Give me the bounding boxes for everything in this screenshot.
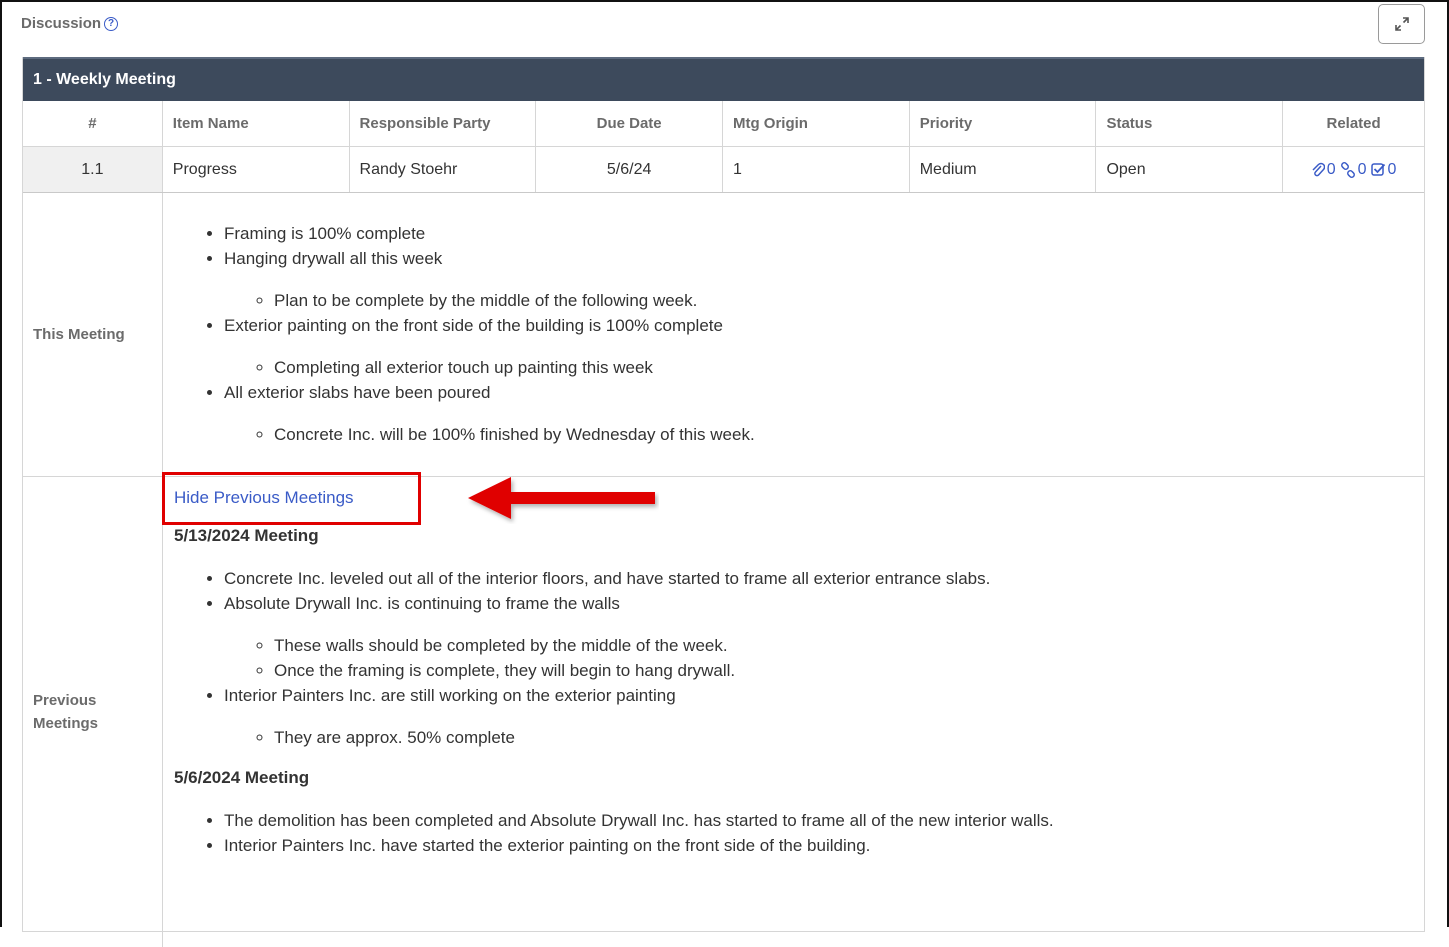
col-header-priority[interactable]: Priority — [910, 101, 1097, 146]
list-item: All exterior slabs have been poured Conc… — [224, 380, 1424, 447]
expand-button[interactable] — [1378, 4, 1425, 44]
red-arrow-icon — [468, 477, 655, 519]
col-header-item-name[interactable]: Item Name — [163, 101, 350, 146]
section-title: Discussion ? — [21, 15, 119, 32]
list-item: Completing all exterior touch up paintin… — [274, 355, 1424, 380]
attachments-link[interactable]: 0 — [1311, 161, 1336, 179]
checkbox-icon — [1370, 163, 1385, 176]
previous-meetings-row: Previous Meetings Hide Previous Meetings… — [23, 477, 1424, 947]
this-meeting-label: This Meeting — [23, 193, 163, 476]
list-item: Interior Painters Inc. have started the … — [224, 833, 1424, 858]
question-circle-icon[interactable]: ? — [104, 16, 119, 31]
this-meeting-row: This Meeting Framing is 100% complete Ha… — [23, 193, 1424, 477]
list-item: Hanging drywall all this week Plan to be… — [224, 246, 1424, 313]
list-item: They are approx. 50% complete — [274, 725, 1424, 750]
col-header-num[interactable]: # — [23, 101, 163, 146]
list-item: Concrete Inc. will be 100% finished by W… — [274, 422, 1424, 447]
col-header-mtg-origin[interactable]: Mtg Origin — [723, 101, 910, 146]
list-item: These walls should be completed by the m… — [274, 633, 1424, 658]
this-meeting-list: Framing is 100% complete Hanging drywall… — [174, 221, 1424, 447]
item-name: Progress — [163, 147, 350, 192]
list-item: Once the framing is complete, they will … — [274, 658, 1424, 683]
priority: Medium — [910, 147, 1097, 192]
col-header-responsible-party[interactable]: Responsible Party — [350, 101, 537, 146]
col-header-related[interactable]: Related — [1283, 101, 1424, 146]
tasks-link[interactable]: 0 — [1370, 160, 1397, 179]
tasks-count: 0 — [1387, 160, 1397, 178]
previous-meetings-notes: Hide Previous Meetings 5/13/2024 Meeting… — [163, 477, 1424, 947]
meeting-header: 1 - Weekly Meeting — [23, 57, 1424, 101]
responsible-party: Randy Stoehr — [350, 147, 537, 192]
link-icon — [1340, 161, 1355, 178]
this-meeting-notes: Framing is 100% complete Hanging drywall… — [163, 193, 1424, 476]
links-count: 0 — [1357, 160, 1367, 178]
mtg-origin: 1 — [723, 147, 910, 192]
list-item: Interior Painters Inc. are still working… — [224, 683, 1424, 750]
hide-previous-meetings-link[interactable]: Hide Previous Meetings — [174, 488, 354, 508]
row-number: 1.1 — [23, 147, 163, 192]
table-row[interactable]: 1.1 Progress Randy Stoehr 5/6/24 1 Mediu… — [23, 147, 1424, 193]
list-item: Plan to be complete by the middle of the… — [274, 288, 1424, 313]
section-title-text: Discussion — [21, 15, 102, 32]
meeting-list: The demolition has been completed and Ab… — [174, 808, 1424, 858]
related-links: 0 0 0 — [1283, 147, 1424, 192]
due-date: 5/6/24 — [536, 147, 723, 192]
list-item: The demolition has been completed and Ab… — [224, 808, 1424, 833]
list-item: Concrete Inc. leveled out all of the int… — [224, 566, 1424, 591]
col-header-due-date[interactable]: Due Date — [536, 101, 723, 146]
meeting-heading: 5/13/2024 Meeting — [174, 526, 319, 545]
list-item: Exterior painting on the front side of t… — [224, 313, 1424, 380]
discussion-frame: Discussion ? 1 - Weekly Meeting # Item N… — [0, 0, 1449, 947]
col-header-status[interactable]: Status — [1096, 101, 1284, 146]
meeting-panel: 1 - Weekly Meeting # Item Name Responsib… — [22, 57, 1425, 947]
list-item: Framing is 100% complete — [224, 221, 1424, 246]
meeting-heading: 5/6/2024 Meeting — [174, 768, 310, 787]
meeting-list: Concrete Inc. leveled out all of the int… — [174, 566, 1424, 750]
column-header-row: # Item Name Responsible Party Due Date M… — [23, 101, 1424, 147]
attachments-count: 0 — [1326, 160, 1336, 178]
expand-icon — [1394, 17, 1409, 31]
paperclip-icon — [1312, 162, 1325, 176]
previous-meetings-label: Previous Meetings — [23, 477, 163, 947]
status: Open — [1096, 147, 1284, 192]
list-item: Absolute Drywall Inc. is continuing to f… — [224, 591, 1424, 683]
links-link[interactable]: 0 — [1340, 161, 1367, 179]
